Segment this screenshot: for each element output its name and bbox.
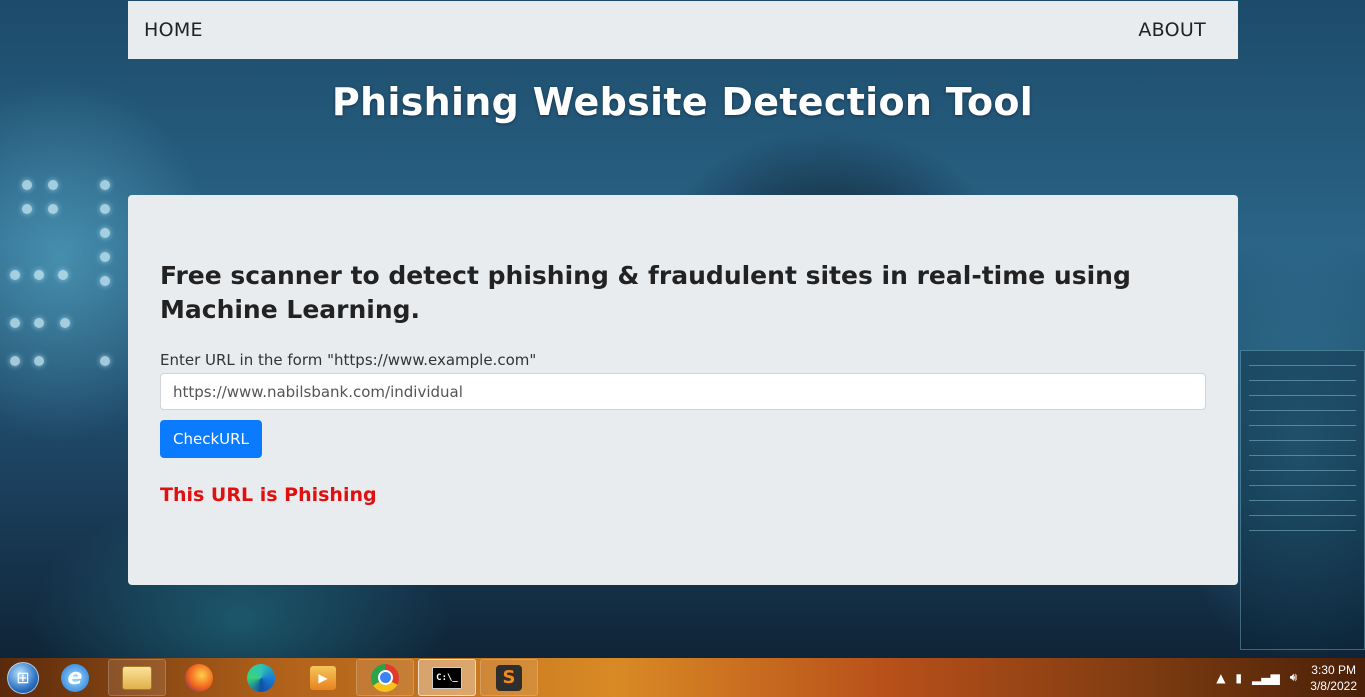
internet-explorer-icon: e — [61, 663, 89, 692]
url-input[interactable] — [160, 373, 1206, 410]
power-icon[interactable]: ▮ — [1235, 671, 1242, 685]
windows-logo-icon: ⊞ — [7, 661, 39, 694]
show-hidden-icons-icon[interactable]: ▲ — [1216, 671, 1225, 685]
network-signal-icon[interactable]: ▂▄▆ — [1252, 671, 1280, 685]
system-clock[interactable]: 3:30 PM 3/8/2022 — [1310, 662, 1357, 694]
scanner-card: Free scanner to detect phishing & fraudu… — [128, 195, 1238, 585]
system-tray: ▲ ▮ ▂▄▆ 🔊︎ 3:30 PM 3/8/2022 — [1175, 658, 1365, 697]
sublime-text-icon: S — [496, 664, 522, 691]
result-message: This URL is Phishing — [160, 484, 377, 506]
start-button[interactable]: ⊞ — [0, 658, 46, 697]
nav-about-link[interactable]: ABOUT — [1138, 19, 1206, 41]
taskbar-internet-explorer[interactable]: e — [46, 659, 104, 696]
nav-home-link[interactable]: HOME — [144, 19, 203, 41]
taskbar-media-player[interactable]: ▶ — [294, 659, 352, 696]
volume-icon[interactable]: 🔊︎ — [1290, 670, 1298, 685]
clock-time: 3:30 PM — [1311, 662, 1356, 677]
taskbar-file-explorer[interactable] — [108, 659, 166, 696]
page-title: Phishing Website Detection Tool — [331, 80, 1034, 124]
taskbar-firefox[interactable] — [170, 659, 228, 696]
background-lights — [0, 180, 128, 380]
taskbar-command-prompt[interactable]: C:\_ — [418, 659, 476, 696]
taskbar-sublime-text[interactable]: S — [480, 659, 538, 696]
top-navbar: HOME ABOUT — [128, 1, 1238, 59]
windows-taskbar: ⊞ e ▶ C:\_ S ▲ ▮ ▂▄▆ 🔊︎ 3:30 PM 3/8/2022 — [0, 658, 1365, 697]
chrome-icon — [371, 663, 399, 692]
taskbar-edge[interactable] — [232, 659, 290, 696]
firefox-icon — [185, 663, 213, 692]
edge-icon — [247, 663, 275, 692]
media-player-icon: ▶ — [310, 665, 336, 690]
url-field-label: Enter URL in the form "https://www.examp… — [160, 351, 537, 369]
folder-icon — [122, 665, 152, 690]
check-url-button[interactable]: CheckURL — [160, 420, 262, 458]
scanner-description: Free scanner to detect phishing & fraudu… — [160, 261, 1131, 324]
command-prompt-icon: C:\_ — [432, 666, 462, 689]
taskbar-chrome[interactable] — [356, 659, 414, 696]
background-monitor — [1240, 350, 1365, 650]
clock-date: 3/8/2022 — [1310, 678, 1357, 693]
